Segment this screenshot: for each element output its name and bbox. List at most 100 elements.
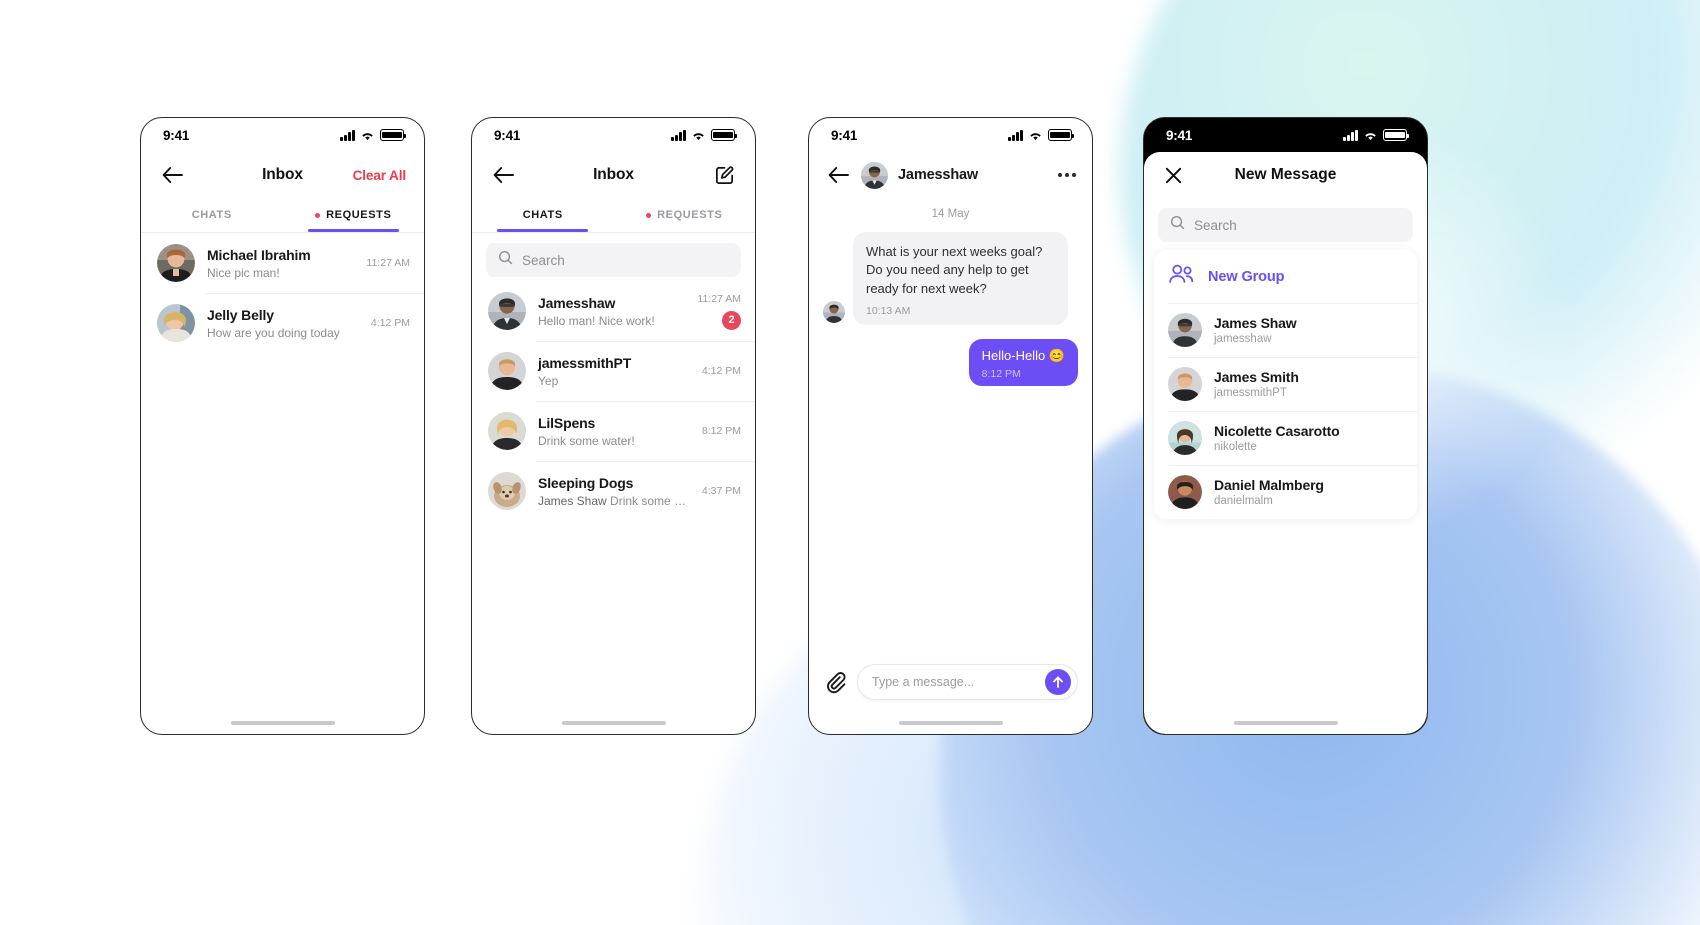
clear-all-button[interactable]: Clear All (353, 168, 406, 183)
list-item[interactable]: Daniel Malmberg danielmalm (1154, 465, 1417, 519)
contact-name: Michael Ibrahim (207, 246, 311, 263)
list-item[interactable]: Sleeping Dogs James Shaw Drink some wate… (472, 461, 755, 521)
tab-requests[interactable]: REQUESTS (614, 198, 756, 232)
list-item[interactable]: James Shaw jamesshaw (1154, 303, 1417, 357)
tab-bar: CHATS REQUESTS (141, 198, 424, 232)
list-item[interactable]: Michael Ibrahim Nice pic man! 11:27 AM (141, 233, 424, 293)
message-preview: Hello man! Nice work! (538, 313, 655, 328)
list-item-meta: 4:37 PM (702, 485, 741, 497)
list-item[interactable]: Jelly Belly How are you doing today 4:12… (141, 293, 424, 353)
list-item-meta: 11:27 AM (366, 257, 410, 269)
contact-name: Jelly Belly (207, 306, 274, 323)
battery-icon (1383, 129, 1410, 141)
contact-name: Daniel Malmberg (1214, 477, 1324, 493)
avatar (488, 412, 526, 450)
message-preview: How are you doing today (207, 325, 340, 340)
unread-badge: 2 (722, 310, 741, 330)
timestamp: 4:12 PM (701, 365, 741, 377)
search-icon (1170, 215, 1185, 235)
message-time: 10:13 AM (866, 305, 911, 318)
more-options-icon[interactable] (1057, 173, 1076, 177)
signal-bars-icon (671, 129, 686, 141)
list-item-text: Nicolette Casarotto nikolette (1214, 423, 1403, 453)
navigation-bar: Inbox (472, 152, 755, 198)
contact-handle: jamessmithPT (1214, 387, 1287, 399)
avatar (1168, 367, 1202, 401)
wifi-icon (1363, 130, 1378, 141)
tab-chats[interactable]: CHATS (472, 198, 614, 232)
status-bar: 9:41 (1144, 118, 1427, 152)
list-item[interactable]: Nicolette Casarotto nikolette (1154, 411, 1417, 465)
contact-name: James Smith (1214, 369, 1299, 385)
message-input[interactable]: Type a message... (857, 664, 1078, 700)
sheet-empty-space (1144, 519, 1427, 712)
navigation-bar: Inbox Clear All (141, 152, 424, 198)
phone-mockup-stage: 9:41 Inbox Clear All CHATS REQUESTS Mich… (0, 0, 1700, 925)
unread-dot-icon (646, 212, 652, 218)
contact-name: Sleeping Dogs (538, 474, 634, 491)
status-icons (1343, 129, 1410, 141)
status-icons (1008, 129, 1075, 141)
timestamp: 4:12 PM (370, 317, 410, 329)
contact-handle: danielmalm (1214, 495, 1273, 507)
back-arrow-icon[interactable] (825, 162, 851, 188)
tab-requests-label: REQUESTS (657, 209, 723, 221)
message-preview: Yep (538, 373, 559, 388)
list-item-text: jamessmithPT Yep (538, 355, 690, 388)
list-item[interactable]: jamessmithPT Yep 4:12 PM (472, 341, 755, 401)
compose-pencil-icon[interactable] (711, 162, 737, 188)
message-outgoing: Hello-Hello 😊 8:12 PM (823, 339, 1078, 387)
message-preview: James Shaw Drink some water, especially.… (538, 494, 690, 508)
tab-chats[interactable]: CHATS (141, 198, 283, 232)
list-item-text: James Shaw jamesshaw (1214, 315, 1403, 345)
new-group-button[interactable]: New Group (1154, 250, 1417, 303)
tab-underline (497, 229, 589, 232)
message-preview: Nice pic man! (207, 265, 280, 280)
battery-icon (380, 129, 407, 141)
search-input[interactable]: Search (486, 243, 741, 277)
unread-dot-icon (315, 212, 321, 218)
status-time: 9:41 (163, 127, 190, 143)
contacts-card: New Group James Shaw jamesshaw James Smi… (1154, 250, 1417, 519)
back-arrow-icon[interactable] (159, 162, 185, 188)
status-bar: 9:41 (141, 118, 424, 152)
message-bubble: What is your next weeks goal? Do you nee… (853, 232, 1068, 326)
contact-handle: jamesshaw (1214, 333, 1272, 345)
avatar (1168, 475, 1202, 509)
close-x-icon[interactable] (1160, 162, 1186, 188)
search-container: Search (472, 233, 755, 281)
conversation-title: Jamesshaw (898, 167, 979, 183)
list-item[interactable]: James Smith jamessmithPT (1154, 357, 1417, 411)
contact-name: Nicolette Casarotto (1214, 423, 1340, 439)
tab-bar: CHATS REQUESTS (472, 198, 755, 232)
list-item-meta: 8:12 PM (702, 425, 741, 437)
status-icons (340, 129, 407, 141)
message-bubble: Hello-Hello 😊 8:12 PM (968, 339, 1078, 387)
requests-list: Michael Ibrahim Nice pic man! 11:27 AM J… (141, 233, 424, 712)
contact-name: jamessmithPT (538, 354, 632, 371)
contact-name: Jamesshaw (538, 294, 616, 311)
avatar[interactable] (861, 161, 888, 189)
avatar (488, 352, 526, 390)
list-item-meta: 4:12 PM (702, 365, 741, 377)
paperclip-icon[interactable] (823, 670, 847, 694)
phone-inbox-requests: 9:41 Inbox Clear All CHATS REQUESTS Mich… (140, 117, 425, 735)
send-arrow-up-icon[interactable] (1045, 669, 1071, 695)
back-arrow-icon[interactable] (490, 162, 516, 188)
date-separator: 14 May (931, 208, 970, 220)
list-item[interactable]: Jamesshaw Hello man! Nice work! 11:27 AM… (472, 281, 755, 341)
status-time: 9:41 (831, 127, 858, 143)
list-item[interactable]: LilSpens Drink some water! 8:12 PM (472, 401, 755, 461)
signal-bars-icon (340, 129, 355, 141)
avatar (157, 244, 195, 282)
contact-handle: nikolette (1214, 441, 1257, 453)
avatar (488, 292, 526, 330)
wifi-icon (360, 130, 375, 141)
search-icon (498, 250, 513, 270)
signal-bars-icon (1008, 129, 1023, 141)
message-thread: 14 May What is your next weeks goal? Do … (809, 198, 1092, 656)
tab-requests[interactable]: REQUESTS (283, 198, 425, 232)
search-input[interactable]: Search (1158, 208, 1413, 242)
list-item-text: Jelly Belly How are you doing today (207, 307, 359, 340)
timestamp: 11:27 AM (697, 292, 741, 305)
